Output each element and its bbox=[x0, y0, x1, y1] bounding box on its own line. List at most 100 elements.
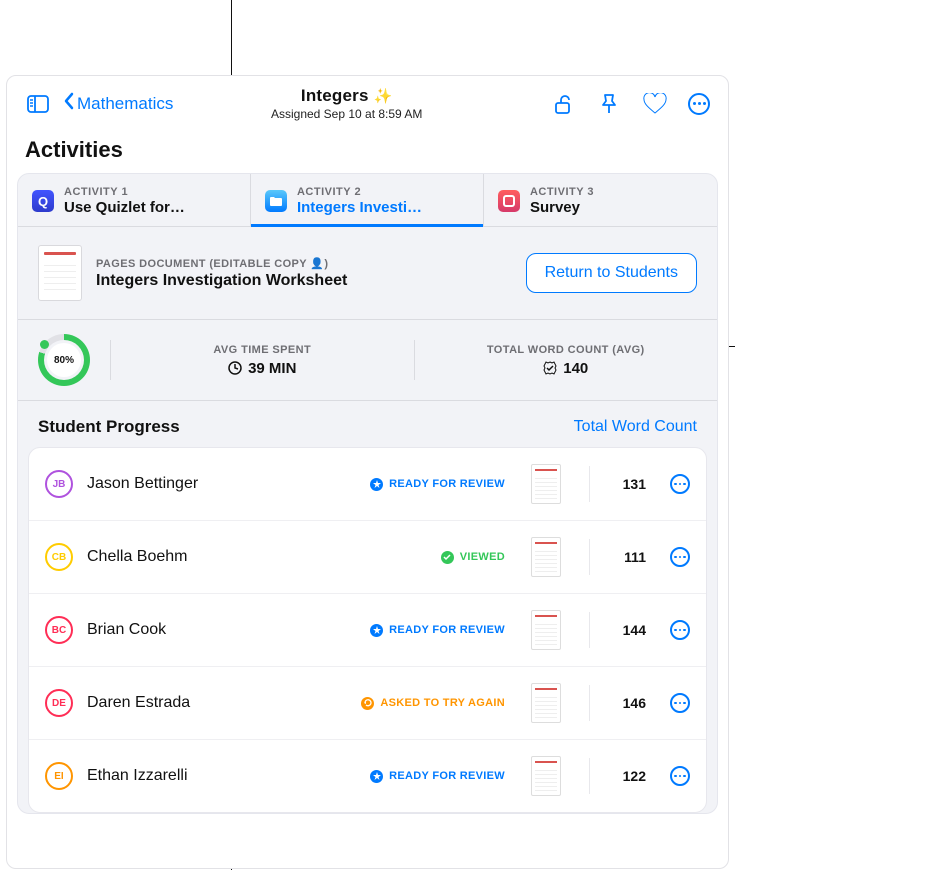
progress-ring: 80% bbox=[38, 334, 90, 386]
total-word-count-link[interactable]: Total Word Count bbox=[574, 418, 697, 436]
status-badge: VIEWED bbox=[441, 551, 505, 564]
favorite-icon[interactable] bbox=[642, 91, 668, 117]
badge-icon bbox=[543, 361, 557, 375]
student-name: Chella Boehm bbox=[87, 548, 188, 566]
row-more-icon[interactable] bbox=[670, 766, 690, 786]
stat-label: AVG TIME SPENT bbox=[213, 344, 311, 356]
divider bbox=[589, 685, 590, 721]
student-row[interactable]: BC Brian Cook READY FOR REVIEW 144 bbox=[29, 594, 706, 667]
app-window: Mathematics Integers ✨ Assigned Sep 10 a… bbox=[6, 75, 729, 869]
student-avatar: BC bbox=[45, 616, 73, 644]
divider bbox=[589, 466, 590, 502]
student-avatar: EI bbox=[45, 762, 73, 790]
document-name: Integers Investigation Worksheet bbox=[96, 272, 347, 290]
submission-thumbnail[interactable] bbox=[531, 464, 561, 504]
sidebar-toggle-icon[interactable] bbox=[25, 91, 51, 117]
activities-heading: Activities bbox=[7, 131, 728, 173]
tab-activity-2[interactable]: ACTIVITY 2 Integers Investi… bbox=[251, 174, 484, 226]
status-icon bbox=[361, 697, 374, 710]
tab-tag: ACTIVITY 2 bbox=[297, 186, 422, 198]
document-thumbnail[interactable] bbox=[38, 245, 82, 301]
student-name: Ethan Izzarelli bbox=[87, 767, 188, 785]
page-title: Integers ✨ bbox=[153, 86, 540, 106]
status-badge: READY FOR REVIEW bbox=[370, 624, 505, 637]
tab-label: Use Quizlet for… bbox=[64, 199, 185, 216]
tab-label: Integers Investi… bbox=[297, 199, 422, 216]
tab-tag: ACTIVITY 3 bbox=[530, 186, 594, 198]
title-block: Integers ✨ Assigned Sep 10 at 8:59 AM bbox=[153, 86, 540, 121]
word-count: 131 bbox=[618, 476, 646, 492]
student-progress-title: Student Progress bbox=[38, 417, 180, 437]
student-name: Daren Estrada bbox=[87, 694, 190, 712]
status-text: READY FOR REVIEW bbox=[389, 770, 505, 782]
divider bbox=[414, 340, 415, 380]
files-app-icon bbox=[265, 190, 287, 212]
progress-percent: 80% bbox=[47, 343, 81, 377]
stats-bar: 80% AVG TIME SPENT 39 MIN TOTAL WORD COU… bbox=[18, 320, 717, 401]
divider bbox=[589, 612, 590, 648]
word-count: 144 bbox=[618, 622, 646, 638]
student-avatar: JB bbox=[45, 470, 73, 498]
divider bbox=[589, 758, 590, 794]
activity-tabs: ACTIVITY 1 Use Quizlet for… ACTIVITY 2 I… bbox=[18, 174, 717, 227]
stat-label: TOTAL WORD COUNT (AVG) bbox=[487, 344, 645, 356]
row-more-icon[interactable] bbox=[670, 693, 690, 713]
status-text: ASKED TO TRY AGAIN bbox=[380, 697, 505, 709]
student-row[interactable]: DE Daren Estrada ASKED TO TRY AGAIN 146 bbox=[29, 667, 706, 740]
submission-thumbnail[interactable] bbox=[531, 610, 561, 650]
page-subtitle: Assigned Sep 10 at 8:59 AM bbox=[153, 107, 540, 121]
document-bar: PAGES DOCUMENT (EDITABLE COPY 👤) Integer… bbox=[18, 227, 717, 320]
tab-tag: ACTIVITY 1 bbox=[64, 186, 185, 198]
activities-card: ACTIVITY 1 Use Quizlet for… ACTIVITY 2 I… bbox=[17, 173, 718, 814]
status-icon bbox=[370, 770, 383, 783]
document-caption: PAGES DOCUMENT (EDITABLE COPY 👤) bbox=[96, 257, 347, 270]
clock-icon bbox=[228, 361, 242, 375]
student-name: Jason Bettinger bbox=[87, 475, 198, 493]
survey-app-icon bbox=[498, 190, 520, 212]
student-avatar: CB bbox=[45, 543, 73, 571]
status-icon bbox=[370, 624, 383, 637]
student-progress-header: Student Progress Total Word Count bbox=[18, 401, 717, 447]
status-text: VIEWED bbox=[460, 551, 505, 563]
top-bar: Mathematics Integers ✨ Assigned Sep 10 a… bbox=[7, 76, 728, 131]
status-text: READY FOR REVIEW bbox=[389, 624, 505, 636]
stat-avg-time: AVG TIME SPENT 39 MIN bbox=[131, 344, 394, 377]
sparkle-icon: ✨ bbox=[374, 88, 393, 105]
status-icon bbox=[370, 478, 383, 491]
status-badge: ASKED TO TRY AGAIN bbox=[361, 697, 505, 710]
submission-thumbnail[interactable] bbox=[531, 683, 561, 723]
header-actions bbox=[550, 91, 710, 117]
stat-value: 140 bbox=[563, 360, 588, 377]
student-avatar: DE bbox=[45, 689, 73, 717]
word-count: 146 bbox=[618, 695, 646, 711]
student-row[interactable]: JB Jason Bettinger READY FOR REVIEW 131 bbox=[29, 448, 706, 521]
divider bbox=[589, 539, 590, 575]
row-more-icon[interactable] bbox=[670, 474, 690, 494]
quizlet-app-icon bbox=[32, 190, 54, 212]
stat-word-count: TOTAL WORD COUNT (AVG) 140 bbox=[435, 344, 698, 377]
status-badge: READY FOR REVIEW bbox=[370, 478, 505, 491]
divider bbox=[110, 340, 111, 380]
submission-thumbnail[interactable] bbox=[531, 537, 561, 577]
chevron-left-icon bbox=[61, 91, 77, 116]
word-count: 122 bbox=[618, 768, 646, 784]
row-more-icon[interactable] bbox=[670, 620, 690, 640]
lock-icon[interactable] bbox=[550, 91, 576, 117]
student-list: JB Jason Bettinger READY FOR REVIEW 131 CB Ch… bbox=[28, 447, 707, 813]
row-more-icon[interactable] bbox=[670, 547, 690, 567]
submission-thumbnail[interactable] bbox=[531, 756, 561, 796]
return-to-students-button[interactable]: Return to Students bbox=[526, 253, 697, 293]
tab-label: Survey bbox=[530, 199, 594, 216]
pin-icon[interactable] bbox=[596, 91, 622, 117]
status-badge: READY FOR REVIEW bbox=[370, 770, 505, 783]
student-row[interactable]: EI Ethan Izzarelli READY FOR REVIEW 122 bbox=[29, 740, 706, 812]
more-icon[interactable] bbox=[688, 93, 710, 115]
tab-activity-1[interactable]: ACTIVITY 1 Use Quizlet for… bbox=[18, 174, 251, 226]
tab-activity-3[interactable]: ACTIVITY 3 Survey bbox=[484, 174, 717, 226]
stat-value: 39 MIN bbox=[248, 360, 296, 377]
status-text: READY FOR REVIEW bbox=[389, 478, 505, 490]
word-count: 111 bbox=[618, 549, 646, 565]
status-icon bbox=[441, 551, 454, 564]
student-name: Brian Cook bbox=[87, 621, 166, 639]
student-row[interactable]: CB Chella Boehm VIEWED 111 bbox=[29, 521, 706, 594]
